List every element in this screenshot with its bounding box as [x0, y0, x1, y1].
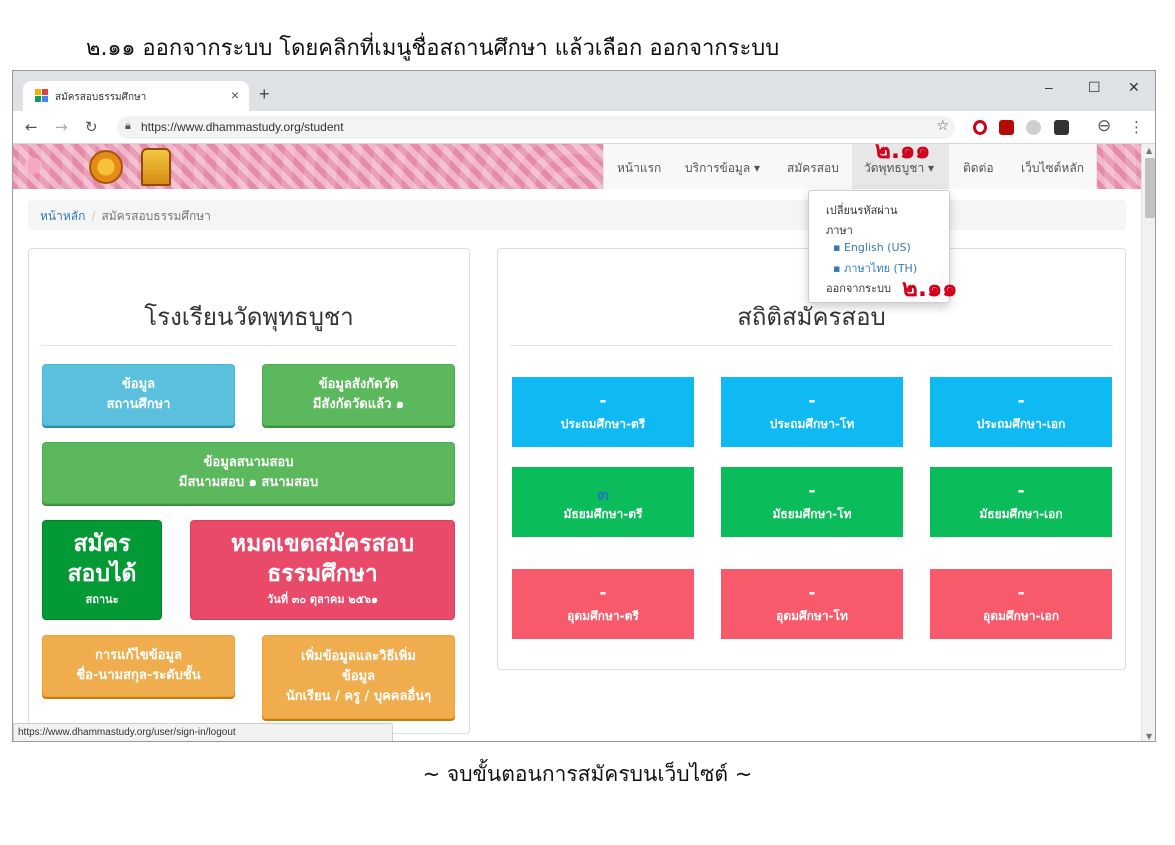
nav-services[interactable]: บริการข้อมูล ▾ [685, 159, 760, 178]
stat-label: ประถมศึกษา-ตรี [560, 417, 646, 431]
school-panel: โรงเรียนวัดพุทธบูชา ข้อมูล สถานศึกษา ข้อ… [28, 248, 470, 734]
stat-box: ๓มัธยมศึกษา-ตรี [512, 467, 694, 537]
maximize-button[interactable]: ☐ [1088, 79, 1101, 96]
opera-icon[interactable] [973, 120, 987, 135]
stat-box: - มัธยมศึกษา-เอก [930, 467, 1112, 537]
stat-value: - [599, 583, 607, 603]
step-annotation-logout: ๒.๑๑ [902, 274, 958, 302]
stat-label: อุดมศึกษา-โท [776, 609, 848, 623]
stat-label: มัธยมศึกษา-ตรี [563, 507, 643, 521]
browser-window: สมัครสอบธรรมศึกษา × + – ☐ ✕ ← → ↻ 🔒︎ htt… [12, 70, 1156, 742]
stat-box: - อุดมศึกษา-เอก [930, 569, 1112, 639]
stat-label: มัธยมศึกษา-เอก [979, 507, 1063, 521]
school-info-button[interactable]: ข้อมูล สถานศึกษา [42, 364, 235, 426]
extension-icon[interactable] [1026, 120, 1041, 135]
stat-value: - [1017, 391, 1025, 411]
can-apply-status-button[interactable]: สมัคร สอบได้ สถานะ [42, 520, 162, 620]
stat-label: อุดมศึกษา-ตรี [567, 609, 639, 623]
stat-box: - มัธยมศึกษา-โท [721, 467, 903, 537]
nav-main-site[interactable]: เว็บไซต์หลัก [1021, 159, 1084, 178]
breadcrumb-current: สมัครสอบธรรมศึกษา [101, 209, 211, 223]
stat-value: ๓ [597, 485, 609, 505]
save-icon[interactable] [1054, 120, 1069, 135]
nav-home[interactable]: หน้าแรก [617, 159, 661, 178]
back-icon[interactable]: ← [25, 118, 38, 136]
stat-value: - [808, 481, 816, 501]
web-page: หน้าแรก บริการข้อมูล ▾ สมัครสอบ วัดพุทธบ… [13, 144, 1141, 741]
stat-box: - ประถมศึกษา-ตรี [512, 377, 694, 447]
stat-box: - อุดมศึกษา-ตรี [512, 569, 694, 639]
stat-label: มัธยมศึกษา-โท [772, 507, 852, 521]
address-url[interactable]: https://www.dhammastudy.org/student [141, 120, 344, 134]
profile-icon[interactable]: ⊖ [1097, 116, 1111, 136]
logout-item[interactable]: ออกจากระบบ [826, 279, 891, 297]
tab-title: สมัครสอบธรรมศึกษา [55, 92, 147, 103]
stat-value: - [1017, 583, 1025, 603]
language-label: ภาษา [826, 224, 853, 237]
scroll-down-icon[interactable]: ▼ [1146, 732, 1152, 741]
change-password-item[interactable]: เปลี่ยนรหัสผ่าน [826, 201, 897, 219]
breadcrumb: หน้าหลัก / สมัครสอบธรรมศึกษา [28, 200, 1126, 230]
add-info-button[interactable]: เพิ่มข้อมูลและวิธีเพิ่ม ข้อมูล นักเรียน … [262, 635, 455, 719]
stat-label: อุดมศึกษา-เอก [983, 609, 1059, 623]
dharma-wheel-logo-icon [89, 150, 123, 184]
deadline-button[interactable]: หมดเขตสมัครสอบ ธรรมศึกษา วันที่ ๓๐ ตุลาค… [190, 520, 455, 620]
address-bar[interactable]: 🔒︎ https://www.dhammastudy.org/student ☆ [117, 116, 955, 139]
status-bar-url: https://www.dhammastudy.org/user/sign-in… [13, 723, 393, 741]
language-english-item[interactable]: ▪ English (US) [833, 241, 911, 254]
stat-value: - [1017, 481, 1025, 501]
step-annotation-nav: ๒.๑๑ [875, 144, 931, 164]
stat-value: - [808, 391, 816, 411]
breadcrumb-separator: / [91, 209, 96, 223]
star-icon[interactable]: ☆ [936, 118, 949, 134]
site-favicon-icon [35, 89, 48, 102]
reload-icon[interactable]: ↻ [85, 118, 98, 136]
site-banner: หน้าแรก บริการข้อมูล ▾ สมัครสอบ วัดพุทธบ… [13, 144, 1141, 189]
stat-value: - [808, 583, 816, 603]
stat-value: - [599, 391, 607, 411]
affiliation-button[interactable]: ข้อมูลสังกัดวัด มีสังกัดวัดแล้ว ๑ [262, 364, 455, 426]
breadcrumb-home[interactable]: หน้าหลัก [40, 209, 85, 223]
document-footer: ~ จบขั้นตอนการสมัครบนเว็บไซต์ ~ [422, 762, 753, 786]
new-tab-button[interactable]: + [259, 84, 270, 105]
tab-strip: สมัครสอบธรรมศึกษา × + – ☐ ✕ [13, 71, 1155, 111]
edit-info-button[interactable]: การแก้ไขข้อมูล ชื่อ-นามสกุล-ระดับชั้น [42, 635, 235, 697]
exam-venue-button[interactable]: ข้อมูลสนามสอบ มีสนามสอบ ๑ สนามสอบ [42, 442, 455, 504]
stat-box: - อุดมศึกษา-โท [721, 569, 903, 639]
scroll-thumb[interactable] [1145, 158, 1155, 218]
pdf-icon[interactable] [999, 120, 1014, 135]
browser-toolbar: ← → ↻ 🔒︎ https://www.dhammastudy.org/stu… [13, 111, 1155, 144]
nav-contact[interactable]: ติดต่อ [963, 159, 994, 178]
nav-apply[interactable]: สมัครสอบ [787, 159, 839, 178]
lock-icon: 🔒︎ [125, 119, 131, 132]
minimize-button[interactable]: – [1045, 79, 1053, 95]
document-heading: ๒.๑๑ ออกจากระบบ โดยคลิกที่เมนูชื่อสถานศึ… [86, 36, 780, 61]
stats-panel: สถิติสมัครสอบ - ประถมศึกษา-ตรี - ประถมศึกษา… [497, 248, 1126, 670]
stat-box: - ประถมศึกษา-โท [721, 377, 903, 447]
tab-close-icon[interactable]: × [231, 87, 239, 103]
scroll-up-icon[interactable]: ▲ [1146, 146, 1152, 155]
stat-label: ประถมศึกษา-โท [769, 417, 855, 431]
page-scrollbar[interactable]: ▲ ▼ [1141, 144, 1155, 741]
stat-label: ประถมศึกษา-เอก [976, 417, 1066, 431]
forward-icon[interactable]: → [55, 118, 68, 136]
stat-box: - ประถมศึกษา-เอก [930, 377, 1112, 447]
menu-icon[interactable]: ⋮ [1129, 118, 1144, 136]
browser-tab[interactable]: สมัครสอบธรรมศึกษา × [23, 81, 249, 111]
close-window-button[interactable]: ✕ [1128, 79, 1140, 96]
school-title: โรงเรียนวัดพุทธบูชา [144, 303, 354, 331]
emblem-logo-icon [141, 148, 171, 186]
